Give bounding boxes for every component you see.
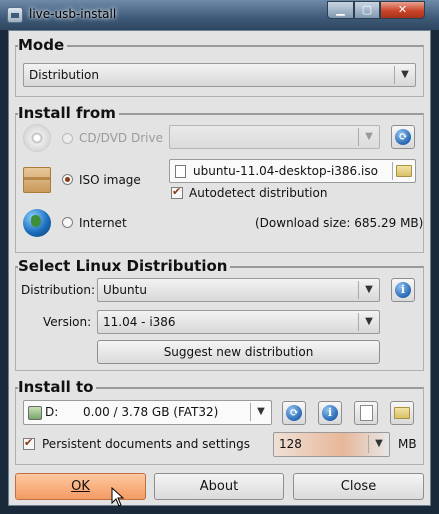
title-bar[interactable]: live-usb-install ▁ ▢ ✕: [0, 0, 439, 30]
target-info-button[interactable]: i: [318, 401, 342, 425]
autodetect-label: Autodetect distribution: [189, 186, 328, 200]
drive-info: 0.00 / 3.78 GB (FAT32): [83, 405, 219, 419]
suggest-distribution-button[interactable]: Suggest new distribution: [97, 340, 380, 364]
about-button[interactable]: About: [154, 473, 284, 500]
close-button[interactable]: Close: [293, 473, 424, 500]
autodetect-checkbox[interactable]: [171, 185, 183, 199]
cd-drive-icon: [23, 124, 51, 152]
chevron-down-icon: ▼: [358, 313, 379, 331]
version-value: 11.04 - i386: [103, 315, 176, 329]
info-icon: i: [395, 282, 411, 298]
window-title: live-usb-install: [29, 7, 117, 21]
chevron-down-icon: ▼: [368, 435, 389, 453]
usb-drive-icon: [28, 406, 42, 420]
chevron-down-icon: ▼: [250, 403, 271, 421]
target-drive-select[interactable]: D: 0.00 / 3.78 GB (FAT32) ▼: [23, 400, 272, 425]
version-label: Version:: [43, 315, 92, 329]
install-from-heading: Install from: [18, 104, 119, 122]
install-to-heading: Install to: [18, 378, 97, 396]
persistent-size-value: 128: [279, 437, 302, 451]
ok-button-label: OK: [71, 479, 90, 494]
persistent-checkbox[interactable]: [23, 436, 35, 450]
internet-radio[interactable]: [62, 217, 73, 228]
iso-image-radio[interactable]: [62, 174, 73, 185]
refresh-target-button[interactable]: ⟳: [282, 401, 306, 425]
distribution-heading: Select Linux Distribution: [18, 257, 231, 275]
maximize-button[interactable]: ▢: [354, 1, 380, 19]
distribution-label: Distribution:: [21, 283, 96, 297]
distribution-info-button[interactable]: i: [391, 278, 415, 302]
file-icon: [175, 165, 186, 178]
refresh-drives-button[interactable]: ⟳: [391, 125, 415, 149]
version-select[interactable]: 11.04 - i386 ▼: [97, 310, 380, 334]
browse-folder-button[interactable]: [392, 162, 415, 180]
open-folder-button[interactable]: [390, 401, 414, 425]
persistent-size-input[interactable]: 128 ▼: [273, 432, 390, 457]
iso-file-name: ubuntu-11.04-desktop-i386.iso: [193, 164, 378, 178]
mouse-cursor-icon: [111, 487, 125, 507]
close-window-button[interactable]: ✕: [380, 1, 425, 19]
minimize-button[interactable]: ▁: [327, 1, 354, 19]
main-window: Mode Distribution ▼ Install from CD/DVD …: [8, 30, 431, 506]
about-button-label: About: [199, 479, 239, 494]
chevron-down-icon: ▼: [358, 281, 379, 299]
persistent-label: Persistent documents and settings: [42, 437, 251, 451]
globe-icon: [23, 209, 51, 237]
mode-value: Distribution: [29, 68, 100, 82]
internet-label: Internet: [79, 216, 127, 230]
distribution-value: Ubuntu: [103, 283, 147, 297]
iso-file-field[interactable]: ubuntu-11.04-desktop-i386.iso: [169, 159, 416, 183]
new-document-button[interactable]: [354, 401, 378, 425]
folder-icon: [394, 407, 410, 419]
mode-select[interactable]: Distribution ▼: [23, 63, 416, 87]
refresh-icon: ⟳: [286, 405, 302, 421]
cd-drive-radio[interactable]: [62, 133, 73, 144]
folder-icon: [396, 165, 412, 177]
download-size: (Download size: 685.29 MB): [255, 216, 424, 230]
ok-button[interactable]: OK: [15, 473, 146, 500]
iso-box-icon: [23, 167, 51, 193]
mode-heading: Mode: [18, 36, 68, 54]
app-icon: [7, 7, 23, 23]
size-unit-label: MB: [398, 437, 417, 451]
document-icon: [360, 405, 373, 421]
cd-drive-label: CD/DVD Drive: [79, 131, 163, 145]
distribution-select[interactable]: Ubuntu ▼: [97, 278, 380, 302]
refresh-icon: ⟳: [395, 129, 411, 145]
chevron-down-icon: ▼: [358, 128, 379, 146]
cd-drive-select[interactable]: ▼: [169, 125, 380, 149]
drive-letter: D:: [45, 405, 59, 419]
info-icon: i: [322, 405, 338, 421]
close-button-label: Close: [340, 479, 377, 494]
iso-image-label: ISO image: [79, 173, 141, 187]
chevron-down-icon: ▼: [394, 66, 415, 84]
